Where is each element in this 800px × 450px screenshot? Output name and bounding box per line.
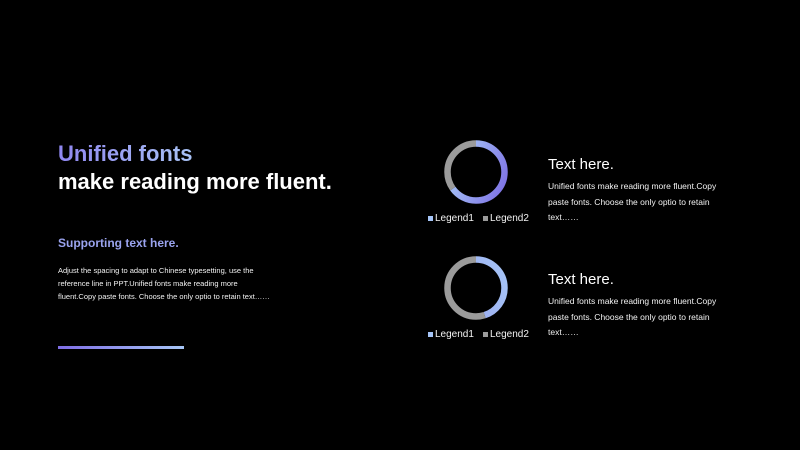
block-title-2: Text here.	[548, 271, 614, 288]
supporting-body: Adjust the spacing to adapt to Chinese t…	[58, 266, 270, 301]
legend-label-2: Legend2	[490, 213, 529, 224]
legend-swatch-2	[483, 216, 488, 221]
block-text-2: Unified fonts make reading more fluent.C…	[548, 296, 717, 337]
legend-label-2: Legend2	[490, 329, 529, 340]
legend-label-1: Legend1	[435, 213, 474, 224]
legend-swatch-2	[483, 332, 488, 337]
accent-bar	[58, 346, 184, 349]
legend-label-1: Legend1	[435, 329, 474, 340]
donut-chart-1	[444, 140, 508, 204]
donut-chart-2	[444, 256, 508, 320]
block-title-1: Text here.	[548, 156, 614, 173]
title-accent: Unified fonts	[58, 141, 193, 166]
supporting-title: Supporting text here.	[58, 236, 179, 250]
page-title: make reading more fluent.	[58, 169, 332, 194]
block-text-1: Unified fonts make reading more fluent.C…	[548, 181, 717, 222]
legend-swatch-1	[428, 332, 433, 337]
legend-swatch-1	[428, 216, 433, 221]
